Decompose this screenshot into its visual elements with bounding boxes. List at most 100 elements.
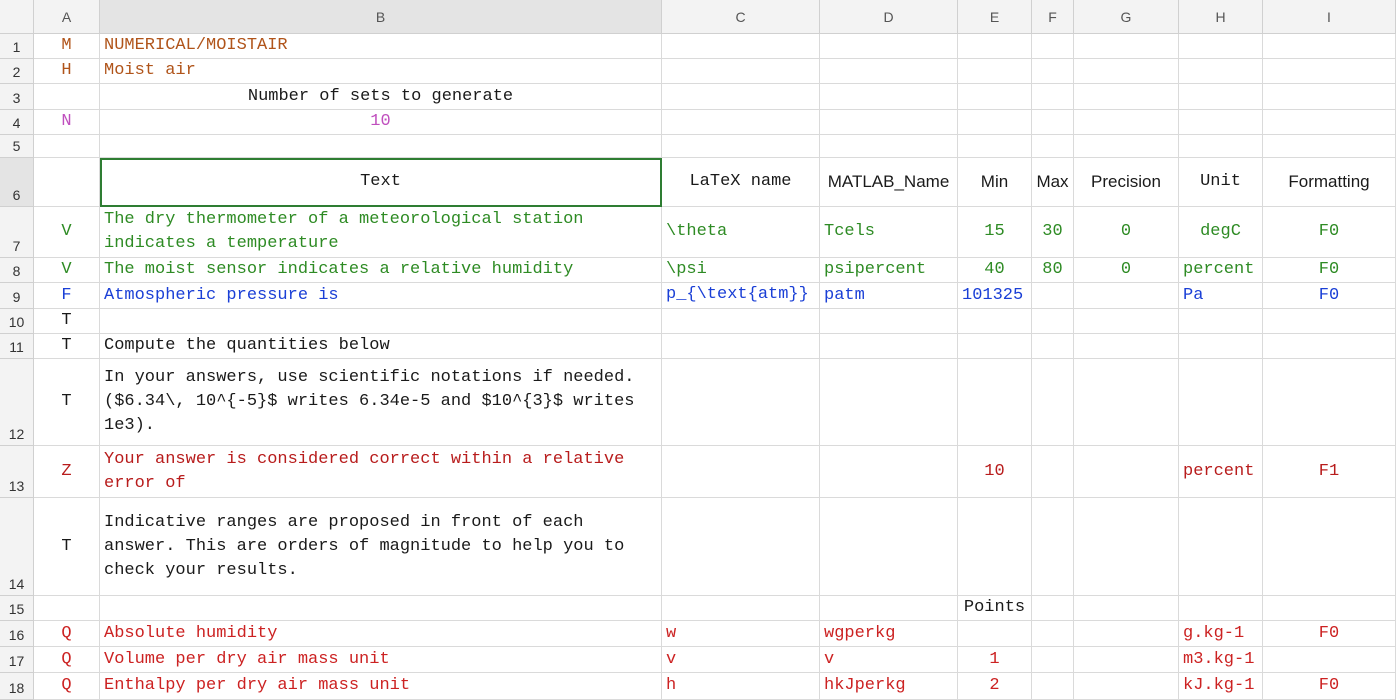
- cell-e14[interactable]: [958, 498, 1032, 596]
- cell-c7[interactable]: \theta: [662, 207, 820, 258]
- cell-f11[interactable]: [1032, 334, 1074, 359]
- cell-f15[interactable]: [1032, 596, 1074, 621]
- cell-a13[interactable]: Z: [34, 446, 100, 498]
- cell-c18[interactable]: h: [662, 673, 820, 700]
- cell-h7[interactable]: degC: [1179, 207, 1263, 258]
- cell-f8[interactable]: 80: [1032, 258, 1074, 283]
- cell-e16[interactable]: [958, 621, 1032, 647]
- cell-g5[interactable]: [1074, 135, 1179, 158]
- cell-a18[interactable]: Q: [34, 673, 100, 700]
- cell-d3[interactable]: [820, 84, 958, 110]
- cell-a12[interactable]: T: [34, 359, 100, 446]
- cell-c16[interactable]: w: [662, 621, 820, 647]
- cell-i5[interactable]: [1263, 135, 1396, 158]
- cell-d11[interactable]: [820, 334, 958, 359]
- column-header-a[interactable]: A: [34, 0, 100, 34]
- cell-f14[interactable]: [1032, 498, 1074, 596]
- row-header-9[interactable]: 9: [0, 283, 34, 309]
- row-header-1[interactable]: 1: [0, 34, 34, 59]
- cell-a6[interactable]: [34, 158, 100, 207]
- cell-i7[interactable]: F0: [1263, 207, 1396, 258]
- cell-g7[interactable]: 0: [1074, 207, 1179, 258]
- cell-c3[interactable]: [662, 84, 820, 110]
- cell-c2[interactable]: [662, 59, 820, 84]
- cell-b2[interactable]: Moist air: [100, 59, 662, 84]
- cell-g13[interactable]: [1074, 446, 1179, 498]
- cell-i12[interactable]: [1263, 359, 1396, 446]
- cell-e11[interactable]: [958, 334, 1032, 359]
- cell-a11[interactable]: T: [34, 334, 100, 359]
- cell-d10[interactable]: [820, 309, 958, 334]
- cell-d8[interactable]: psipercent: [820, 258, 958, 283]
- cell-f13[interactable]: [1032, 446, 1074, 498]
- cell-d2[interactable]: [820, 59, 958, 84]
- row-header-11[interactable]: 11: [0, 334, 34, 359]
- cell-i14[interactable]: [1263, 498, 1396, 596]
- cell-b9[interactable]: Atmospheric pressure is: [100, 283, 662, 309]
- cell-i9[interactable]: F0: [1263, 283, 1396, 309]
- cell-i8[interactable]: F0: [1263, 258, 1396, 283]
- cell-i4[interactable]: [1263, 110, 1396, 135]
- cell-d5[interactable]: [820, 135, 958, 158]
- cell-c14[interactable]: [662, 498, 820, 596]
- cell-h18[interactable]: kJ.kg-1: [1179, 673, 1263, 700]
- cell-i17[interactable]: [1263, 647, 1396, 673]
- cell-e9[interactable]: 101325: [958, 283, 1032, 309]
- cell-c6[interactable]: LaTeX name: [662, 158, 820, 207]
- cell-d13[interactable]: [820, 446, 958, 498]
- cell-i1[interactable]: [1263, 34, 1396, 59]
- cell-c10[interactable]: [662, 309, 820, 334]
- cell-c1[interactable]: [662, 34, 820, 59]
- column-header-i[interactable]: I: [1263, 0, 1396, 34]
- cell-b3[interactable]: Number of sets to generate: [100, 84, 662, 110]
- column-header-g[interactable]: G: [1074, 0, 1179, 34]
- cell-c11[interactable]: [662, 334, 820, 359]
- cell-f12[interactable]: [1032, 359, 1074, 446]
- row-header-8[interactable]: 8: [0, 258, 34, 283]
- cell-h3[interactable]: [1179, 84, 1263, 110]
- cell-h17[interactable]: m3.kg-1: [1179, 647, 1263, 673]
- cell-h15[interactable]: [1179, 596, 1263, 621]
- cell-e12[interactable]: [958, 359, 1032, 446]
- row-header-5[interactable]: 5: [0, 135, 34, 158]
- cell-g1[interactable]: [1074, 34, 1179, 59]
- cell-a9[interactable]: F: [34, 283, 100, 309]
- row-header-3[interactable]: 3: [0, 84, 34, 110]
- row-header-2[interactable]: 2: [0, 59, 34, 84]
- cell-h9[interactable]: Pa: [1179, 283, 1263, 309]
- cell-d16[interactable]: wgperkg: [820, 621, 958, 647]
- cell-g17[interactable]: [1074, 647, 1179, 673]
- column-header-h[interactable]: H: [1179, 0, 1263, 34]
- row-header-18[interactable]: 18: [0, 673, 34, 700]
- cell-c13[interactable]: [662, 446, 820, 498]
- row-header-17[interactable]: 17: [0, 647, 34, 673]
- cell-b6[interactable]: Text: [100, 158, 662, 207]
- cell-a5[interactable]: [34, 135, 100, 158]
- cell-g6[interactable]: Precision: [1074, 158, 1179, 207]
- row-header-15[interactable]: 15: [0, 596, 34, 621]
- cell-c9[interactable]: p_{\text{atm}}: [662, 283, 820, 309]
- cell-a2[interactable]: H: [34, 59, 100, 84]
- column-header-d[interactable]: D: [820, 0, 958, 34]
- row-header-6[interactable]: 6: [0, 158, 34, 207]
- cell-b8[interactable]: The moist sensor indicates a relative hu…: [100, 258, 662, 283]
- cell-e3[interactable]: [958, 84, 1032, 110]
- cell-b18[interactable]: Enthalpy per dry air mass unit: [100, 673, 662, 700]
- cell-b1[interactable]: NUMERICAL/MOISTAIR: [100, 34, 662, 59]
- cell-g10[interactable]: [1074, 309, 1179, 334]
- row-header-4[interactable]: 4: [0, 110, 34, 135]
- cell-a17[interactable]: Q: [34, 647, 100, 673]
- cell-g8[interactable]: 0: [1074, 258, 1179, 283]
- cell-g16[interactable]: [1074, 621, 1179, 647]
- cell-a7[interactable]: V: [34, 207, 100, 258]
- cell-a3[interactable]: [34, 84, 100, 110]
- cell-b12[interactable]: In your answers, use scientific notation…: [100, 359, 662, 446]
- cell-f1[interactable]: [1032, 34, 1074, 59]
- cell-i13[interactable]: F1: [1263, 446, 1396, 498]
- cell-h5[interactable]: [1179, 135, 1263, 158]
- cell-h13[interactable]: percent: [1179, 446, 1263, 498]
- spreadsheet-grid[interactable]: A B C D E F G H I 1 2 3 4 5 6 7 8 9 10 11 12 13 14 15 16 17 18 M NUM…: [0, 0, 1396, 700]
- cell-h14[interactable]: [1179, 498, 1263, 596]
- cell-h11[interactable]: [1179, 334, 1263, 359]
- cell-e6[interactable]: Min: [958, 158, 1032, 207]
